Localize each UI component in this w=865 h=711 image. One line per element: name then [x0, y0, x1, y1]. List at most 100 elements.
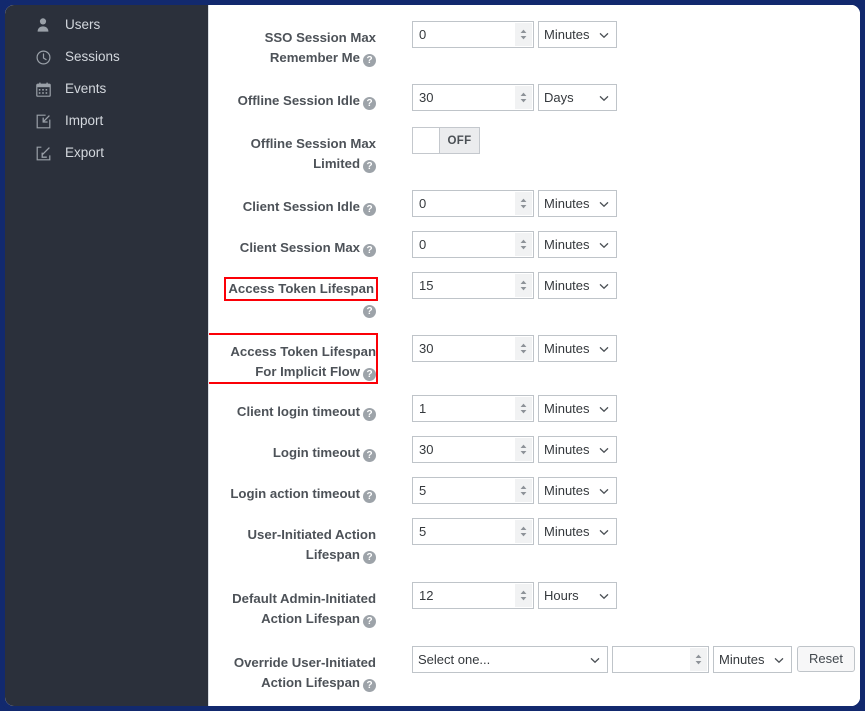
select-value: Days [539, 90, 596, 105]
select-value: Minutes [539, 196, 612, 211]
form-row-client-login-timeout: Client login timeout? Minutes [209, 395, 860, 422]
select-value: Minutes [539, 442, 612, 457]
form-row-override-user-initiated-action-lifespan: Override User-Initiated Action Lifespan?… [209, 646, 860, 693]
sidebar-item-label: Export [65, 146, 104, 161]
row-label: Login action timeout? [209, 477, 376, 504]
help-icon[interactable]: ? [363, 490, 376, 503]
default-admin-initiated-action-lifespan-unit-select[interactable]: Hours [538, 582, 617, 609]
spinner-stepper[interactable] [515, 479, 532, 502]
row-label-highlighted: Access Token Lifespan ? [209, 272, 376, 319]
row-controls: Minutes [412, 272, 617, 299]
spinner-stepper[interactable] [515, 584, 532, 607]
select-value: Minutes [539, 237, 612, 252]
login-action-timeout-unit-select[interactable]: Minutes [538, 477, 617, 504]
user-initiated-action-lifespan-unit-select[interactable]: Minutes [538, 518, 617, 545]
access-token-lifespan-unit-select[interactable]: Minutes [538, 272, 617, 299]
sso-session-max-remember-me-unit-select[interactable]: Minutes [538, 21, 617, 48]
form-row-client-session-idle: Client Session Idle? Minutes [209, 190, 860, 217]
help-icon[interactable]: ? [363, 203, 376, 216]
spinner-stepper[interactable] [515, 337, 532, 360]
sidebar-item-label: Users [65, 18, 100, 33]
label-line-1: Client Session Idle [243, 199, 360, 214]
help-icon[interactable]: ? [363, 244, 376, 257]
row-controls: Minutes [412, 395, 617, 422]
form-row-user-initiated-action-lifespan: User-Initiated Action Lifespan? Minutes [209, 518, 860, 565]
spinner-stepper[interactable] [515, 192, 532, 215]
reset-button[interactable]: Reset [797, 646, 855, 672]
help-icon[interactable]: ? [363, 368, 376, 381]
label-line-2: Remember Me [270, 50, 360, 65]
offline-session-max-limited-toggle[interactable]: OFF [412, 127, 480, 154]
row-controls: Select one... Minutes [412, 646, 855, 673]
spinner-stepper[interactable] [690, 648, 707, 671]
number-input-wrapper [412, 190, 534, 217]
label-line-1: Access Token Lifespan [230, 344, 376, 359]
sidebar-item-sessions[interactable]: Sessions [5, 41, 208, 73]
spinner-stepper[interactable] [515, 274, 532, 297]
offline-session-idle-unit-select[interactable]: Days [538, 84, 617, 111]
help-icon[interactable]: ? [363, 449, 376, 462]
spinner-stepper[interactable] [515, 438, 532, 461]
form-row-login-timeout: Login timeout? Minutes [209, 436, 860, 463]
spinner-stepper[interactable] [515, 520, 532, 543]
spinner-stepper[interactable] [515, 233, 532, 256]
sidebar-item-events[interactable]: Events [5, 73, 208, 105]
select-value: Minutes [539, 483, 612, 498]
help-icon[interactable]: ? [363, 160, 376, 173]
help-icon[interactable]: ? [363, 551, 376, 564]
number-input-wrapper [412, 272, 534, 299]
spinner-stepper[interactable] [515, 23, 532, 46]
label-line-1: Override User-Initiated [234, 655, 376, 670]
sidebar-item-users[interactable]: Users [5, 9, 208, 41]
row-controls: Minutes [412, 335, 617, 362]
toggle-knob [413, 128, 440, 153]
label-line-1: Access Token Lifespan [226, 279, 376, 299]
row-label: Login timeout? [209, 436, 376, 463]
calendar-icon [33, 81, 53, 97]
number-input-wrapper [412, 582, 534, 609]
number-input-wrapper [412, 231, 534, 258]
help-icon[interactable]: ? [363, 54, 376, 67]
help-icon[interactable]: ? [363, 615, 376, 628]
label-line-1: Offline Session Max [251, 136, 376, 151]
row-label: Client Session Max? [209, 231, 376, 258]
form-row-access-token-lifespan: Access Token Lifespan ? Minutes [209, 272, 860, 319]
spinner-stepper[interactable] [515, 86, 532, 109]
sidebar-item-export[interactable]: Export [5, 137, 208, 169]
select-value: Minutes [539, 27, 612, 42]
row-label: Default Admin-Initiated Action Lifespan? [209, 582, 376, 629]
select-value: Hours [539, 588, 601, 603]
help-icon[interactable]: ? [363, 305, 376, 318]
toggle-state-label: OFF [440, 128, 479, 153]
override-action-select[interactable]: Select one... [412, 646, 608, 673]
help-icon[interactable]: ? [363, 408, 376, 421]
form-row-client-session-max: Client Session Max? Minutes [209, 231, 860, 258]
row-controls: Minutes [412, 436, 617, 463]
sidebar-item-import[interactable]: Import [5, 105, 208, 137]
spinner-stepper[interactable] [515, 397, 532, 420]
settings-form-panel: SSO Session Max Remember Me? Minutes [209, 5, 860, 706]
select-value: Minutes [539, 278, 612, 293]
row-controls: Minutes [412, 21, 617, 48]
help-icon[interactable]: ? [363, 679, 376, 692]
label-line-1: User-Initiated Action [248, 527, 376, 542]
help-icon[interactable]: ? [363, 97, 376, 110]
row-label: Offline Session Max Limited? [209, 127, 376, 174]
row-controls: OFF [412, 127, 480, 154]
client-login-timeout-unit-select[interactable]: Minutes [538, 395, 617, 422]
label-line-2: Lifespan [306, 547, 360, 562]
label-line-1: SSO Session Max [265, 30, 376, 45]
row-label-highlighted: Access Token Lifespan For Implicit Flow? [209, 335, 376, 382]
select-value: Select one... [413, 652, 512, 667]
override-lifespan-unit-select[interactable]: Minutes [713, 646, 792, 673]
chevron-down-icon [599, 89, 609, 107]
number-input-wrapper [612, 646, 709, 673]
login-timeout-unit-select[interactable]: Minutes [538, 436, 617, 463]
label-line-2: Action Lifespan [261, 675, 360, 690]
client-session-idle-unit-select[interactable]: Minutes [538, 190, 617, 217]
label-line-1: Client login timeout [237, 404, 360, 419]
client-session-max-unit-select[interactable]: Minutes [538, 231, 617, 258]
label-line-1: Login timeout [273, 445, 360, 460]
label-line-1: Client Session Max [240, 240, 360, 255]
access-token-lifespan-implicit-flow-unit-select[interactable]: Minutes [538, 335, 617, 362]
